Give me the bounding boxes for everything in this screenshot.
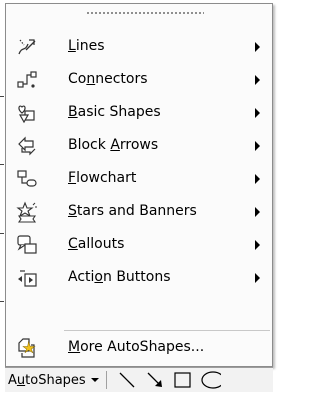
submenu-arrow-icon bbox=[255, 273, 260, 283]
lines-icon bbox=[16, 36, 38, 58]
document-ruler-tick bbox=[0, 233, 4, 234]
autoshapes-menu: Lines Connectors Basic Shapes Block Arro… bbox=[5, 3, 273, 367]
submenu-arrow-icon bbox=[255, 240, 260, 250]
document-ruler-tick bbox=[0, 164, 4, 165]
rectangle-tool-button[interactable] bbox=[172, 370, 194, 390]
document-ruler-tick bbox=[0, 301, 4, 302]
submenu-arrow-icon bbox=[255, 141, 260, 151]
menu-item-flowchart[interactable]: Flowchart bbox=[6, 162, 272, 195]
menu-item-callouts[interactable]: Callouts bbox=[6, 228, 272, 261]
menu-item-connectors[interactable]: Connectors bbox=[6, 63, 272, 96]
callouts-icon bbox=[16, 234, 38, 256]
action-buttons-icon bbox=[16, 267, 38, 289]
basic-shapes-icon bbox=[16, 102, 38, 124]
submenu-arrow-icon bbox=[255, 174, 260, 184]
autoshapes-button[interactable]: Au toShapes bbox=[8, 371, 99, 389]
more-autoshapes-icon bbox=[16, 337, 38, 359]
chevron-down-icon bbox=[90, 378, 99, 382]
oval-tool-button[interactable] bbox=[199, 370, 225, 390]
line-tool-button[interactable] bbox=[116, 370, 138, 390]
flowchart-icon bbox=[16, 168, 38, 190]
block-arrows-icon bbox=[16, 135, 38, 157]
submenu-arrow-icon bbox=[255, 207, 260, 217]
menu-item-block-arrows[interactable]: Block Arrows bbox=[6, 129, 272, 162]
submenu-arrow-icon bbox=[255, 108, 260, 118]
toolbar-separator bbox=[106, 371, 107, 389]
menu-item-stars-and-banners[interactable]: Stars and Banners bbox=[6, 195, 272, 228]
menu-item-action-buttons[interactable]: Action Buttons bbox=[6, 261, 272, 294]
submenu-arrow-icon bbox=[255, 42, 260, 52]
stars-banners-icon bbox=[16, 201, 38, 223]
submenu-arrow-icon bbox=[255, 75, 260, 85]
connectors-icon bbox=[16, 69, 38, 91]
arrow-tool-button[interactable] bbox=[144, 370, 166, 390]
document-ruler-tick bbox=[0, 96, 4, 97]
menu-drag-handle[interactable] bbox=[86, 11, 204, 16]
menu-item-basic-shapes[interactable]: Basic Shapes bbox=[6, 96, 272, 129]
menu-item-more-autoshapes[interactable]: More AutoShapes... bbox=[6, 331, 272, 364]
menu-item-lines[interactable]: Lines bbox=[6, 30, 272, 63]
drawing-toolbar: Au toShapes bbox=[5, 367, 273, 392]
